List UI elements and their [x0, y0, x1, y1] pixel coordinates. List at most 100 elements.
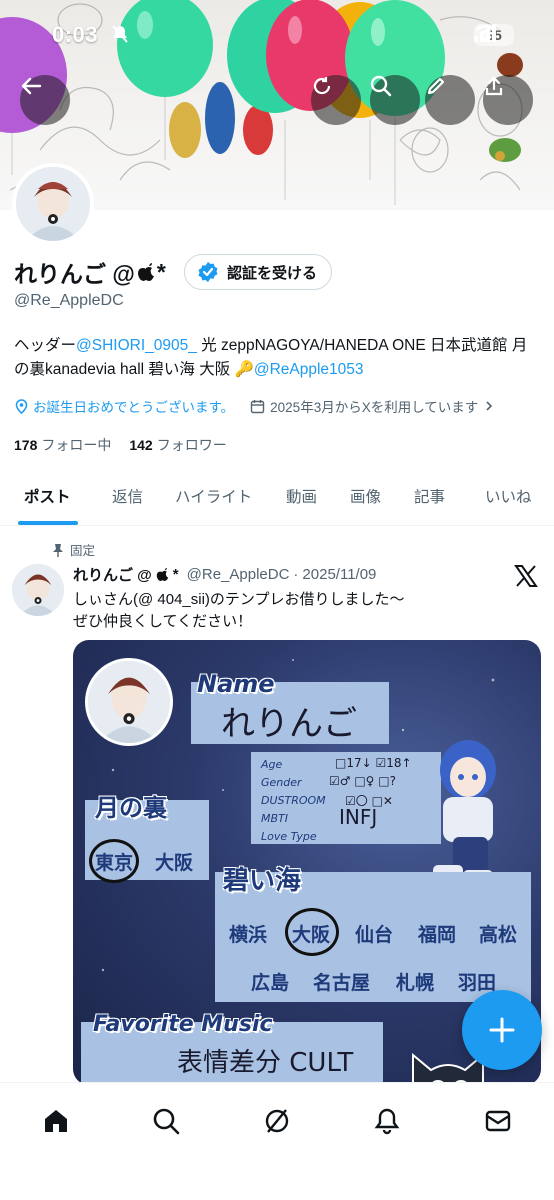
card-mbti-label: MBTI	[261, 812, 289, 825]
chevron-right-icon	[486, 401, 493, 411]
status-time: 0:03	[52, 22, 99, 47]
post-author-suffix: *	[172, 566, 179, 583]
avatar-illustration	[16, 167, 90, 241]
card-gender-options: ☑♂ □♀ □?	[329, 774, 396, 788]
following-label: フォロー中	[41, 437, 112, 453]
card-music-value: 表情差分 CULT	[177, 1048, 354, 1078]
share-button[interactable]	[483, 75, 533, 125]
card-section1-title-front: 月の裏	[95, 794, 167, 822]
apple-logo-icon	[137, 263, 154, 281]
grok-icon	[265, 1109, 289, 1133]
card-avatar	[85, 658, 173, 746]
profile-meta: お誕生日おめでとうございます。 2025年3月からXを利用しています	[14, 396, 495, 416]
birthday-item[interactable]: お誕生日おめでとうございます。	[14, 396, 234, 416]
tab-images[interactable]: 画像	[350, 485, 381, 507]
verify-label: 認証を受ける	[227, 264, 318, 282]
card-section2-title: 碧い海	[223, 866, 302, 896]
birthday-text: お誕生日おめでとうございます。	[33, 400, 235, 415]
bio-mention-link-2[interactable]: @ReApple1053	[254, 361, 364, 378]
tab-posts[interactable]: ポスト	[24, 485, 71, 507]
card-section2-city-1: 横浜	[229, 924, 268, 946]
card-section2-city-6: 広島	[251, 972, 290, 994]
nav-messages[interactable]	[478, 1101, 518, 1141]
followers-count: 142	[129, 437, 153, 453]
pencil-icon	[427, 77, 445, 95]
home-icon	[45, 1110, 67, 1132]
card-section1-city-1: 東京	[95, 852, 134, 874]
followers-label: フォロワー	[156, 437, 227, 453]
tab-articles[interactable]: 記事	[414, 485, 445, 507]
profile-bio: ヘッダー@SHIORI_0905_ 光 zeppNAGOYA/HANEDA ON…	[14, 334, 542, 382]
display-name: れりんご @ *	[14, 255, 166, 289]
joined-item[interactable]: 2025年3月からXを利用しています	[250, 396, 495, 416]
edit-button[interactable]	[425, 75, 475, 125]
post-author-avatar[interactable]	[12, 564, 64, 616]
card-mbti-value: INFJ	[339, 805, 378, 829]
card-name-value: れりんご	[221, 704, 357, 744]
bio-mention-link[interactable]: @SHIORI_0905_	[76, 337, 197, 354]
tab-replies[interactable]: 返信	[112, 485, 143, 507]
back-button[interactable]	[20, 75, 70, 125]
card-section2-city-4: 福岡	[418, 924, 457, 946]
post-text-line-2: ぜひ仲良くしてください！	[73, 613, 253, 630]
pin-icon	[53, 543, 63, 557]
card-section2-city-3: 仙台	[355, 924, 394, 946]
active-tab-indicator	[18, 521, 78, 525]
apple-logo-icon	[156, 568, 169, 581]
wifi-icon	[475, 24, 497, 42]
profile-tabs: ポスト 返信 ハイライト 動画 画像 記事 いいね	[0, 466, 554, 526]
card-section2-city-8: 札幌	[396, 972, 435, 994]
search-icon	[370, 75, 392, 97]
post-header: れりんご @ * @Re_AppleDC · 2025/11/09	[73, 564, 376, 585]
tab-highlights[interactable]: ハイライト	[175, 485, 252, 507]
card-age-options: □17↓ ☑18↑	[335, 756, 412, 770]
location-pin-icon	[15, 398, 28, 414]
compose-post-button[interactable]	[462, 990, 542, 1070]
following-link[interactable]: 178 フォロー中	[14, 435, 111, 455]
card-section1-city-2: 大阪	[155, 852, 194, 874]
share-icon	[485, 76, 503, 96]
bottom-navigation	[0, 1082, 554, 1200]
card-gender-label: Gender	[261, 776, 302, 789]
card-lovetype-label: Love Type	[261, 830, 317, 843]
post-avatar-illustration	[12, 564, 64, 616]
get-verified-button[interactable]: 認証を受ける	[184, 254, 333, 290]
display-name-text: れりんご @	[14, 261, 135, 287]
tab-likes[interactable]: いいね	[485, 485, 532, 507]
card-section2-city-5: 高松	[479, 924, 518, 946]
follow-stats: 178 フォロー中 142 フォロワー	[14, 435, 227, 455]
mail-icon	[485, 1110, 511, 1132]
card-section2-city-2: 大阪	[292, 924, 331, 946]
plus-icon	[489, 1017, 515, 1043]
post-author-name[interactable]: れりんご @	[73, 564, 152, 585]
nav-home[interactable]	[36, 1101, 76, 1141]
card-name-label: Name	[197, 670, 275, 698]
pinned-indicator: 固定	[52, 540, 95, 559]
profile-avatar[interactable]	[12, 163, 94, 245]
profile-handle: @Re_AppleDC	[14, 292, 124, 309]
followers-link[interactable]: 142 フォロワー	[129, 435, 226, 455]
calendar-icon	[250, 399, 265, 413]
post-text: しぃさん(@ 404_sii)のテンプレお借りしました〜 ぜひ仲良くしてください…	[73, 589, 513, 633]
refresh-button[interactable]	[311, 75, 361, 125]
status-bar: 0:03 85	[0, 0, 554, 70]
nav-search[interactable]	[146, 1101, 186, 1141]
post-author-handle[interactable]: @Re_AppleDC	[187, 566, 290, 583]
x-logo-icon[interactable]	[514, 564, 538, 593]
card-character-illustration	[433, 740, 496, 882]
post-text-line-1: しぃさん(@ 404_sii)のテンプレお借りしました〜	[73, 591, 405, 608]
nav-notifications[interactable]	[367, 1101, 407, 1141]
back-arrow-icon	[21, 77, 42, 95]
post-date[interactable]: 2025/11/09	[302, 566, 376, 583]
card-music-label: Favorite Music	[93, 1012, 273, 1037]
card-dustroom-label: DUSTROOM	[261, 794, 326, 807]
card-section2-city-7: 名古屋	[313, 972, 371, 994]
card-age-label: Age	[261, 758, 283, 771]
pinned-label: 固定	[70, 544, 96, 558]
nav-grok[interactable]	[257, 1101, 297, 1141]
status-icons: 85	[474, 24, 514, 46]
verified-badge-icon	[198, 262, 218, 282]
bell-icon	[374, 1108, 400, 1135]
search-button[interactable]	[370, 75, 420, 125]
tab-videos[interactable]: 動画	[286, 485, 317, 507]
